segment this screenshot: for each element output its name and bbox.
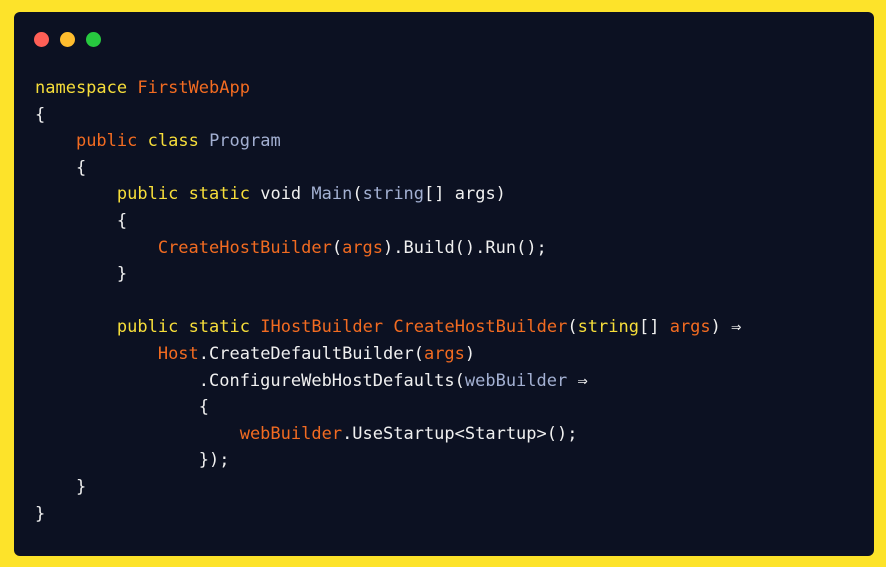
code-token: webBuilder (239, 423, 343, 444)
code-window: namespace FirstWebApp{ public class Prog… (14, 12, 874, 556)
maximize-dot-icon (86, 32, 101, 47)
code-line: } (35, 261, 741, 288)
minimize-dot-icon (60, 32, 75, 47)
code-token: args (342, 237, 384, 258)
code-line: CreateHostBuilder(args).Build().Run(); (35, 235, 741, 262)
code-token: string (362, 184, 425, 205)
code-token: { (35, 397, 209, 418)
code-token: .CreateDefaultBuilder( (198, 343, 424, 364)
code-token: ( (352, 184, 363, 205)
code-token: .ConfigureWebHostDefaults( (35, 370, 465, 391)
code-token: CreateHostBuilder (157, 237, 332, 258)
code-token: public (116, 317, 179, 338)
code-token: ( (331, 237, 343, 258)
code-line: .ConfigureWebHostDefaults(webBuilder ⇒ (35, 368, 741, 395)
code-token: args (423, 343, 465, 364)
code-token: Host (157, 343, 199, 364)
code-line: { (35, 208, 741, 235)
code-line: webBuilder.UseStartup<Startup>(); (35, 421, 741, 448)
code-token: ( (567, 317, 578, 338)
code-token: static (188, 184, 250, 205)
code-token: ).Build().Run(); (383, 237, 547, 258)
code-token: void (249, 184, 312, 205)
code-token: CreateHostBuilder (393, 317, 568, 338)
code-token: }); (35, 450, 230, 471)
code-token: Program (209, 131, 281, 152)
code-token: string (577, 317, 639, 338)
code-token: webBuilder (464, 370, 568, 391)
code-token: class (147, 131, 199, 152)
close-dot-icon (34, 32, 49, 47)
code-token: public (75, 131, 138, 152)
code-line: { (35, 155, 741, 182)
code-line: } (35, 501, 741, 528)
code-token: ) (464, 343, 476, 364)
window-controls (34, 32, 101, 47)
code-line: } (35, 474, 741, 501)
code-block: namespace FirstWebApp{ public class Prog… (35, 75, 741, 527)
code-token: { (35, 104, 46, 125)
code-line: { (35, 102, 741, 129)
code-token: { (35, 210, 128, 231)
code-token: static (188, 317, 250, 338)
code-line: public class Program (35, 128, 741, 155)
code-token: } (35, 503, 46, 524)
code-token: [] (638, 317, 670, 338)
code-token: public (116, 184, 179, 205)
code-line: public static IHostBuilder CreateHostBui… (35, 314, 741, 341)
code-line: }); (35, 447, 741, 474)
code-token: ) ⇒ (710, 317, 742, 338)
code-line: Host.CreateDefaultBuilder(args) (35, 341, 741, 368)
code-token: Main (311, 184, 353, 205)
code-token: FirstWebApp (137, 78, 250, 98)
code-token: IHostBuilder (260, 317, 384, 338)
code-token: .UseStartup<Startup>(); (342, 423, 578, 444)
code-token: ⇒ (567, 370, 588, 391)
code-token: args (669, 317, 711, 338)
code-token: namespace (35, 78, 128, 98)
code-line: { (35, 394, 741, 421)
code-line: public static void Main(string[] args) (35, 181, 741, 208)
code-line: namespace FirstWebApp (35, 75, 741, 102)
code-token: } (35, 264, 128, 285)
code-token: } (35, 476, 87, 497)
code-token: [] args) (424, 184, 506, 205)
code-token: { (35, 157, 87, 178)
